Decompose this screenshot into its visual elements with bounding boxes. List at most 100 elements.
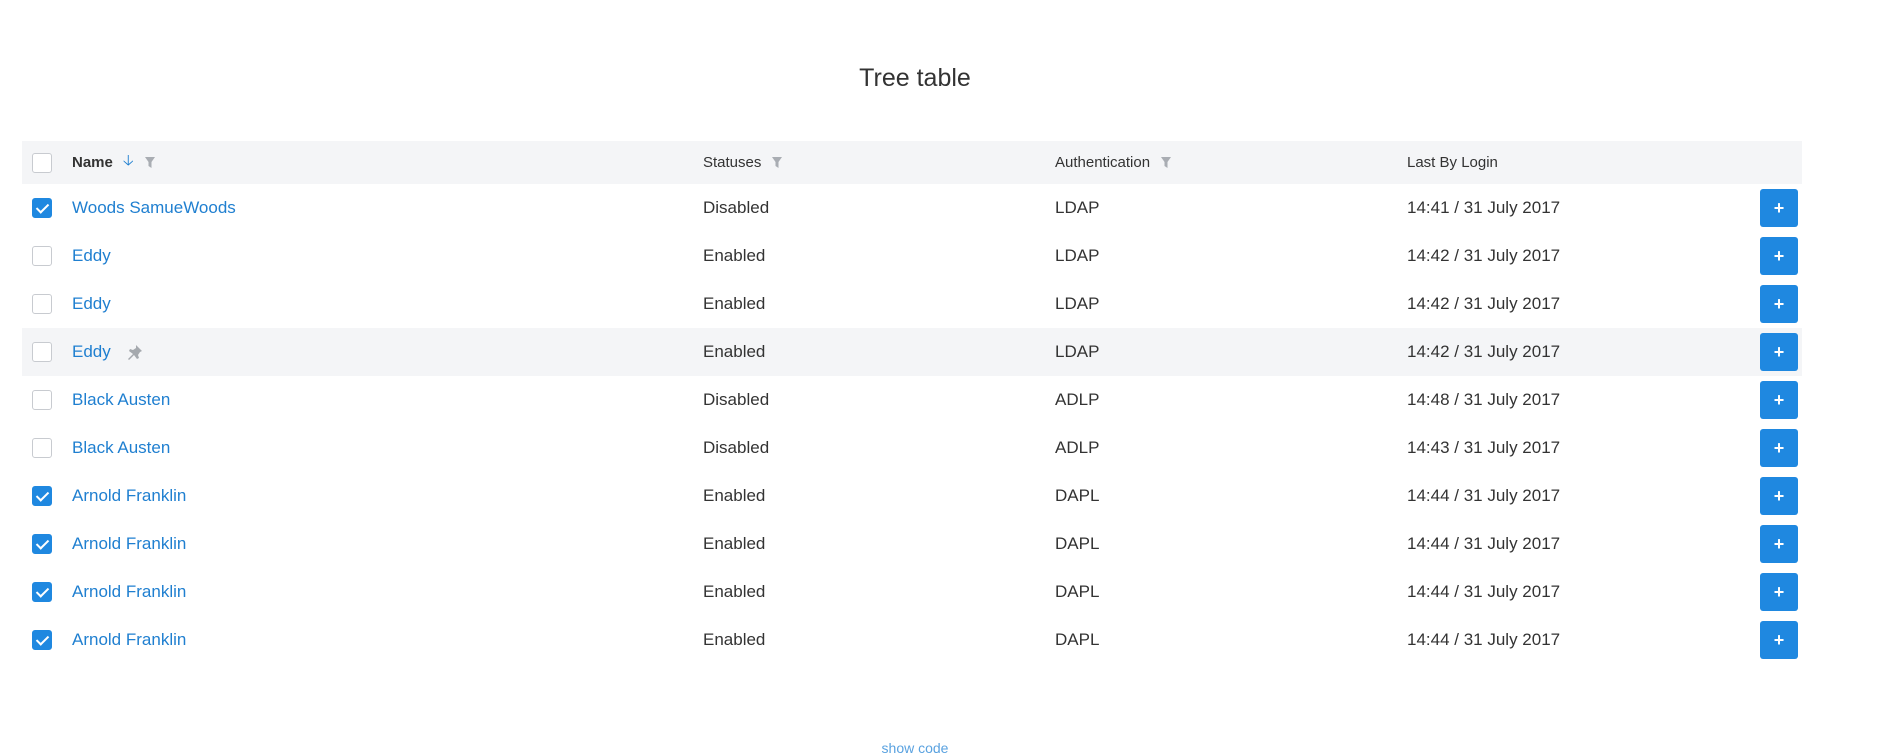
row-checkbox[interactable] bbox=[32, 294, 52, 314]
header-login-cell: Last By Login bbox=[1407, 141, 1498, 184]
row-checkbox[interactable] bbox=[32, 534, 52, 554]
show-code-link[interactable]: show code bbox=[0, 740, 1830, 756]
add-button[interactable]: + bbox=[1760, 381, 1798, 419]
table-row[interactable]: Eddy Enabled LDAP 14:42 / 31 July 2017 + bbox=[22, 328, 1802, 376]
add-button[interactable]: + bbox=[1760, 477, 1798, 515]
row-name-cell: Arnold Franklin bbox=[72, 472, 186, 520]
row-name-link[interactable]: Arnold Franklin bbox=[72, 630, 186, 650]
row-status-cell: Disabled bbox=[703, 424, 769, 472]
column-header-name[interactable]: Name bbox=[72, 154, 113, 171]
table-row[interactable]: Black Austen Disabled ADLP 14:43 / 31 July … bbox=[22, 424, 1802, 472]
add-button[interactable]: + bbox=[1760, 237, 1798, 275]
row-name-link[interactable]: Black Austen bbox=[72, 438, 170, 458]
row-checkbox[interactable] bbox=[32, 582, 52, 602]
row-name-link[interactable]: Black Austen bbox=[72, 390, 170, 410]
table-row[interactable]: Eddy Enabled LDAP 14:42 / 31 July 2017 + bbox=[22, 280, 1802, 328]
row-checkbox[interactable] bbox=[32, 246, 52, 266]
row-auth-cell: LDAP bbox=[1055, 184, 1099, 232]
row-auth: LDAP bbox=[1055, 246, 1100, 265]
row-check-cell bbox=[32, 280, 52, 328]
row-name-cell: Arnold Franklin bbox=[72, 568, 186, 616]
add-button[interactable]: + bbox=[1760, 573, 1798, 611]
row-last-login: 14:44 / 31 July 2017 bbox=[1407, 534, 1561, 553]
add-button[interactable]: + bbox=[1760, 429, 1798, 467]
row-check-cell bbox=[32, 376, 52, 424]
row-name-link[interactable]: Eddy bbox=[72, 342, 111, 362]
row-action-cell: + bbox=[1760, 424, 1798, 472]
add-button[interactable]: + bbox=[1760, 525, 1798, 563]
row-auth: DAPL bbox=[1055, 630, 1100, 649]
select-all-checkbox[interactable] bbox=[32, 152, 52, 173]
row-check-cell bbox=[32, 472, 52, 520]
pin-icon[interactable] bbox=[127, 344, 143, 360]
row-checkbox[interactable] bbox=[32, 630, 52, 650]
row-auth-cell: DAPL bbox=[1055, 472, 1099, 520]
table-row[interactable]: Arnold Franklin Enabled DAPL 14:44 / 31 Jul… bbox=[22, 568, 1802, 616]
row-checkbox[interactable] bbox=[32, 390, 52, 410]
add-button[interactable]: + bbox=[1760, 285, 1798, 323]
table-header: Name 🡣 Statuses Authentication Last By L… bbox=[22, 141, 1802, 184]
table-row[interactable]: Black Austen Disabled ADLP 14:48 / 31 July … bbox=[22, 376, 1802, 424]
row-status-cell: Enabled bbox=[703, 568, 765, 616]
row-last-login: 14:43 / 31 July 2017 bbox=[1407, 438, 1561, 457]
row-name-link[interactable]: Eddy bbox=[72, 294, 111, 314]
row-name-link[interactable]: Arnold Franklin bbox=[72, 582, 186, 602]
row-last-login: 14:44 / 31 July 2017 bbox=[1407, 486, 1561, 505]
row-login-cell: 14:42 / 31 July 2017 bbox=[1407, 328, 1560, 376]
row-status: Disabled bbox=[703, 198, 770, 217]
row-checkbox[interactable] bbox=[32, 438, 52, 458]
row-name-cell: Eddy bbox=[72, 280, 111, 328]
table-row[interactable]: Eddy Enabled LDAP 14:42 / 31 July 2017 + bbox=[22, 232, 1802, 280]
filter-icon[interactable] bbox=[771, 156, 783, 170]
row-status-cell: Disabled bbox=[703, 376, 769, 424]
table-row[interactable]: Woods SamueWoods Disabled LDAP 14:41 / 31 J… bbox=[22, 184, 1802, 232]
row-login-cell: 14:44 / 31 July 2017 bbox=[1407, 520, 1560, 568]
filter-icon[interactable] bbox=[1160, 156, 1172, 170]
row-login-cell: 14:41 / 31 July 2017 bbox=[1407, 184, 1560, 232]
filter-icon[interactable] bbox=[144, 156, 156, 170]
row-last-login: 14:41 / 31 July 2017 bbox=[1407, 198, 1561, 217]
row-auth-cell: DAPL bbox=[1055, 520, 1099, 568]
table-row[interactable]: Arnold Franklin Enabled DAPL 14:44 / 31 Jul… bbox=[22, 472, 1802, 520]
column-header-status[interactable]: Statuses bbox=[703, 154, 761, 171]
row-name-link[interactable]: Woods SamueWoods bbox=[72, 198, 236, 218]
row-check-cell bbox=[32, 184, 52, 232]
row-auth-cell: LDAP bbox=[1055, 280, 1099, 328]
row-auth: DAPL bbox=[1055, 534, 1100, 553]
row-action-cell: + bbox=[1760, 376, 1798, 424]
row-last-login: 14:44 / 31 July 2017 bbox=[1407, 630, 1561, 649]
row-auth: ADLP bbox=[1055, 390, 1100, 409]
row-checkbox[interactable] bbox=[32, 198, 52, 218]
header-auth-cell: Authentication bbox=[1055, 141, 1172, 184]
row-name-cell: Black Austen bbox=[72, 376, 170, 424]
add-button[interactable]: + bbox=[1760, 621, 1798, 659]
row-status: Disabled bbox=[703, 390, 770, 409]
table-row[interactable]: Arnold Franklin Enabled DAPL 14:44 / 31 Jul… bbox=[22, 520, 1802, 568]
row-auth-cell: DAPL bbox=[1055, 568, 1099, 616]
column-header-auth[interactable]: Authentication bbox=[1055, 154, 1150, 171]
add-button[interactable]: + bbox=[1760, 189, 1798, 227]
row-last-login: 14:42 / 31 July 2017 bbox=[1407, 294, 1561, 313]
row-status-cell: Enabled bbox=[703, 520, 765, 568]
add-button[interactable]: + bbox=[1760, 333, 1798, 371]
tree-table: Name 🡣 Statuses Authentication Last By L… bbox=[22, 141, 1802, 664]
row-login-cell: 14:44 / 31 July 2017 bbox=[1407, 568, 1560, 616]
arrow-down-icon[interactable]: 🡣 bbox=[123, 150, 134, 175]
row-auth-cell: ADLP bbox=[1055, 376, 1099, 424]
row-status-cell: Disabled bbox=[703, 184, 769, 232]
row-checkbox[interactable] bbox=[32, 486, 52, 506]
row-name-cell: Eddy bbox=[72, 232, 111, 280]
row-action-cell: + bbox=[1760, 280, 1798, 328]
row-last-login: 14:42 / 31 July 2017 bbox=[1407, 246, 1561, 265]
column-header-login[interactable]: Last By Login bbox=[1407, 154, 1498, 171]
row-auth: DAPL bbox=[1055, 582, 1100, 601]
row-checkbox[interactable] bbox=[32, 342, 52, 362]
row-name-link[interactable]: Arnold Franklin bbox=[72, 534, 186, 554]
row-check-cell bbox=[32, 328, 52, 376]
row-check-cell bbox=[32, 232, 52, 280]
row-name-link[interactable]: Arnold Franklin bbox=[72, 486, 186, 506]
row-auth: DAPL bbox=[1055, 486, 1100, 505]
row-name-link[interactable]: Eddy bbox=[72, 246, 111, 266]
row-name-cell: Black Austen bbox=[72, 424, 170, 472]
table-row[interactable]: Arnold Franklin Enabled DAPL 14:44 / 31 Jul… bbox=[22, 616, 1802, 664]
